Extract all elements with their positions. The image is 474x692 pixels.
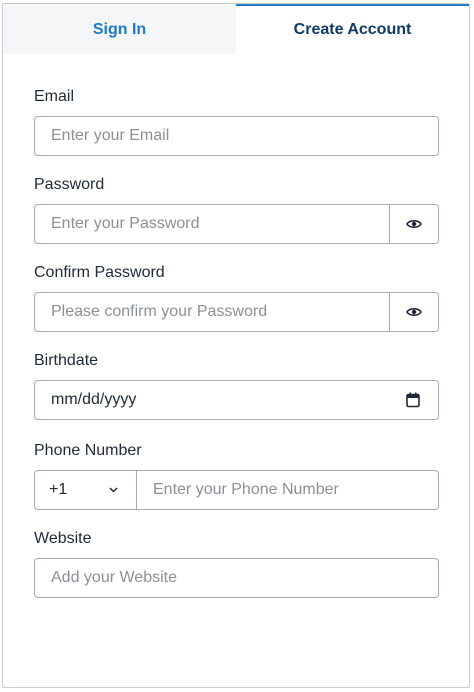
eye-icon [406, 220, 422, 228]
website-placeholder: Add your Website [51, 569, 177, 586]
tab-create-account[interactable]: Create Account [236, 4, 469, 54]
confirm-password-label: Confirm Password [34, 264, 165, 281]
chevron-down-icon [109, 487, 118, 493]
country-code-select[interactable]: +1 [34, 470, 136, 510]
confirm-password-field[interactable]: Please confirm your Password [34, 292, 390, 332]
email-placeholder: Enter your Email [51, 127, 170, 144]
tab-create-account-label: Create Account [293, 21, 412, 38]
tab-sign-in[interactable]: Sign In [3, 4, 236, 54]
birthdate-field[interactable]: mm/dd/yyyy [34, 380, 439, 420]
email-label: Email [34, 88, 75, 105]
eye-icon [406, 308, 422, 316]
tab-sign-in-label: Sign In [92, 20, 147, 38]
password-field[interactable]: Enter your Password [34, 204, 390, 244]
confirm-password-placeholder: Please confirm your Password [51, 303, 268, 320]
password-visibility-toggle[interactable] [390, 204, 439, 244]
calendar-icon[interactable] [406, 392, 420, 408]
website-label: Website [34, 530, 92, 547]
confirm-password-visibility-toggle[interactable] [390, 292, 439, 332]
country-code-value: +1 [49, 481, 68, 498]
auth-tabs: Sign In Create Account [3, 4, 469, 54]
birthdate-value: mm/dd/yyyy [51, 391, 137, 408]
password-placeholder: Enter your Password [51, 215, 200, 232]
password-label: Password [34, 176, 105, 193]
phone-placeholder: Enter your Phone Number [153, 481, 339, 498]
website-field[interactable]: Add your Website [34, 558, 439, 598]
phone-label: Phone Number [34, 442, 142, 459]
birthdate-label: Birthdate [34, 352, 99, 369]
auth-panel: Sign In Create Account Email Enter your … [2, 3, 470, 688]
phone-number-field[interactable]: Enter your Phone Number [136, 470, 439, 510]
email-field[interactable]: Enter your Email [34, 116, 439, 156]
